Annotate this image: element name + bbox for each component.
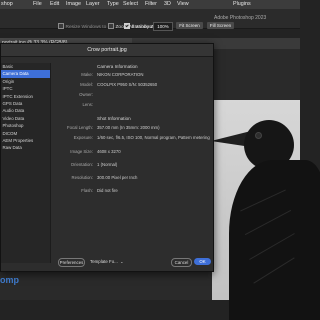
orientation-value: 1 (Normal) bbox=[97, 162, 118, 167]
sidebar-item-photoshop[interactable]: Photoshop bbox=[1, 122, 50, 129]
sidebar-item-basic[interactable]: Basic bbox=[1, 63, 50, 70]
menu-plugins[interactable]: Plugins bbox=[233, 0, 251, 9]
dialog-footer: Preferences Template Fo... ⌄ Cancel OK bbox=[1, 254, 213, 271]
sidebar-item-iptc-extension[interactable]: IPTC Extension bbox=[1, 93, 50, 100]
flash-label: Flash: bbox=[81, 188, 93, 193]
dialog-title: Crow portrait.jpg bbox=[1, 44, 213, 57]
template-folder-label: Template Fo... bbox=[90, 259, 118, 264]
flash-value: Did not fire bbox=[97, 188, 118, 193]
watermark-logo: omp bbox=[0, 275, 19, 285]
sidebar-item-gps-data[interactable]: GPS Data bbox=[1, 100, 50, 107]
image-size-value: 4608 x 3270 bbox=[97, 149, 121, 154]
sidebar-item-iptc[interactable]: IPTC bbox=[1, 85, 50, 92]
make-value: NIKON CORPORATION bbox=[97, 72, 144, 77]
crow-eye bbox=[255, 132, 262, 139]
menu-select[interactable]: Select bbox=[123, 0, 138, 9]
menu-edit[interactable]: Edit bbox=[50, 0, 59, 9]
menu-filter[interactable]: Filter bbox=[145, 0, 157, 9]
model-value: COOLPIX P950 S/N: 50352650 bbox=[97, 82, 158, 87]
image-size-label: Image Size: bbox=[70, 149, 93, 154]
lens-label: Lens: bbox=[82, 102, 93, 107]
sidebar-item-raw-data[interactable]: Raw Data bbox=[1, 144, 50, 151]
resolution-value: 300.00 Pixel per Inch bbox=[97, 175, 138, 180]
sidebar-item-audio-data[interactable]: Audio Data bbox=[1, 107, 50, 114]
sidebar-item-dicom[interactable]: DICOM bbox=[1, 130, 50, 137]
checkbox-checked-icon bbox=[124, 23, 130, 29]
sidebar-item-video-data[interactable]: Video Data bbox=[1, 115, 50, 122]
sidebar-item-aem-properties[interactable]: AEM Properties bbox=[1, 137, 50, 144]
exposure-value: 1/60 sec, f/6.5, ISO 100, Normal program… bbox=[97, 135, 210, 140]
info-row: Make: NIKON CORPORATION bbox=[51, 72, 213, 78]
sidebar-item-origin[interactable]: Origin bbox=[1, 78, 50, 85]
chevron-down-icon: ⌄ bbox=[120, 259, 124, 264]
dialog-content: Camera Information Make: NIKON CORPORATI… bbox=[51, 58, 213, 258]
info-row: Focal Length: 357.00 mm (In 35mm: 2000 m… bbox=[51, 125, 213, 131]
info-row: Flash: Did not fire bbox=[51, 188, 213, 194]
info-row: Lens: bbox=[51, 102, 213, 108]
menu-3d[interactable]: 3D bbox=[164, 0, 171, 9]
zoom-value-field[interactable]: 100% bbox=[153, 22, 173, 31]
checkbox-icon bbox=[108, 23, 114, 29]
menu-bar: shop File Edit Image Layer Type Select F… bbox=[0, 0, 300, 9]
menu-image[interactable]: Image bbox=[66, 0, 81, 9]
camera-info-title: Camera Information bbox=[97, 64, 138, 69]
info-row: Model: COOLPIX P950 S/N: 50352650 bbox=[51, 82, 213, 88]
resize-windows-checkbox[interactable]: Resize Windows to Fit bbox=[58, 23, 113, 30]
menu-layer[interactable]: Layer bbox=[86, 0, 100, 9]
menu-view[interactable]: View bbox=[177, 0, 189, 9]
resize-windows-label: Resize Windows to Fit bbox=[65, 25, 113, 31]
info-row: Orientation: 1 (Normal) bbox=[51, 162, 213, 168]
info-row: Image Size: 4608 x 3270 bbox=[51, 149, 213, 155]
crow-body bbox=[229, 160, 320, 320]
owner-label: Owner: bbox=[79, 92, 93, 97]
exposure-label: Exposure: bbox=[73, 135, 93, 140]
focal-length-label: Focal Length: bbox=[66, 125, 93, 130]
checkbox-icon bbox=[58, 23, 64, 29]
make-label: Make: bbox=[81, 72, 93, 77]
info-row: Exposure: 1/60 sec, f/6.5, ISO 100, Norm… bbox=[51, 135, 213, 141]
resolution-label: Resolution: bbox=[71, 175, 94, 180]
fit-screen-button[interactable]: Fit Screen bbox=[176, 22, 203, 29]
preferences-button[interactable]: Preferences bbox=[58, 258, 85, 267]
sidebar-item-camera-data[interactable]: Camera Data bbox=[1, 70, 50, 78]
cancel-button[interactable]: Cancel bbox=[171, 258, 192, 267]
menu-file[interactable]: File bbox=[33, 0, 42, 9]
info-row: Owner: bbox=[51, 92, 213, 98]
app-title: Adobe Photoshop 2023 bbox=[214, 15, 267, 21]
orientation-label: Orientation: bbox=[70, 162, 93, 167]
shot-info-title: Shot Information bbox=[97, 116, 131, 121]
ok-button[interactable]: OK bbox=[194, 258, 211, 265]
file-info-dialog: Crow portrait.jpg Basic Camera Data Orig… bbox=[0, 43, 214, 272]
focal-length-value: 357.00 mm (In 35mm: 2000 mm) bbox=[97, 125, 160, 130]
menu-type[interactable]: Type bbox=[107, 0, 119, 9]
menu-app[interactable]: shop bbox=[1, 0, 13, 9]
fill-screen-button[interactable]: Fill Screen bbox=[207, 22, 234, 29]
model-label: Model: bbox=[80, 82, 93, 87]
info-row: Resolution: 300.00 Pixel per Inch bbox=[51, 175, 213, 181]
template-folder-dropdown[interactable]: Template Fo... ⌄ bbox=[90, 258, 123, 265]
dialog-sidebar: Basic Camera Data Origin IPTC IPTC Exten… bbox=[1, 63, 51, 263]
